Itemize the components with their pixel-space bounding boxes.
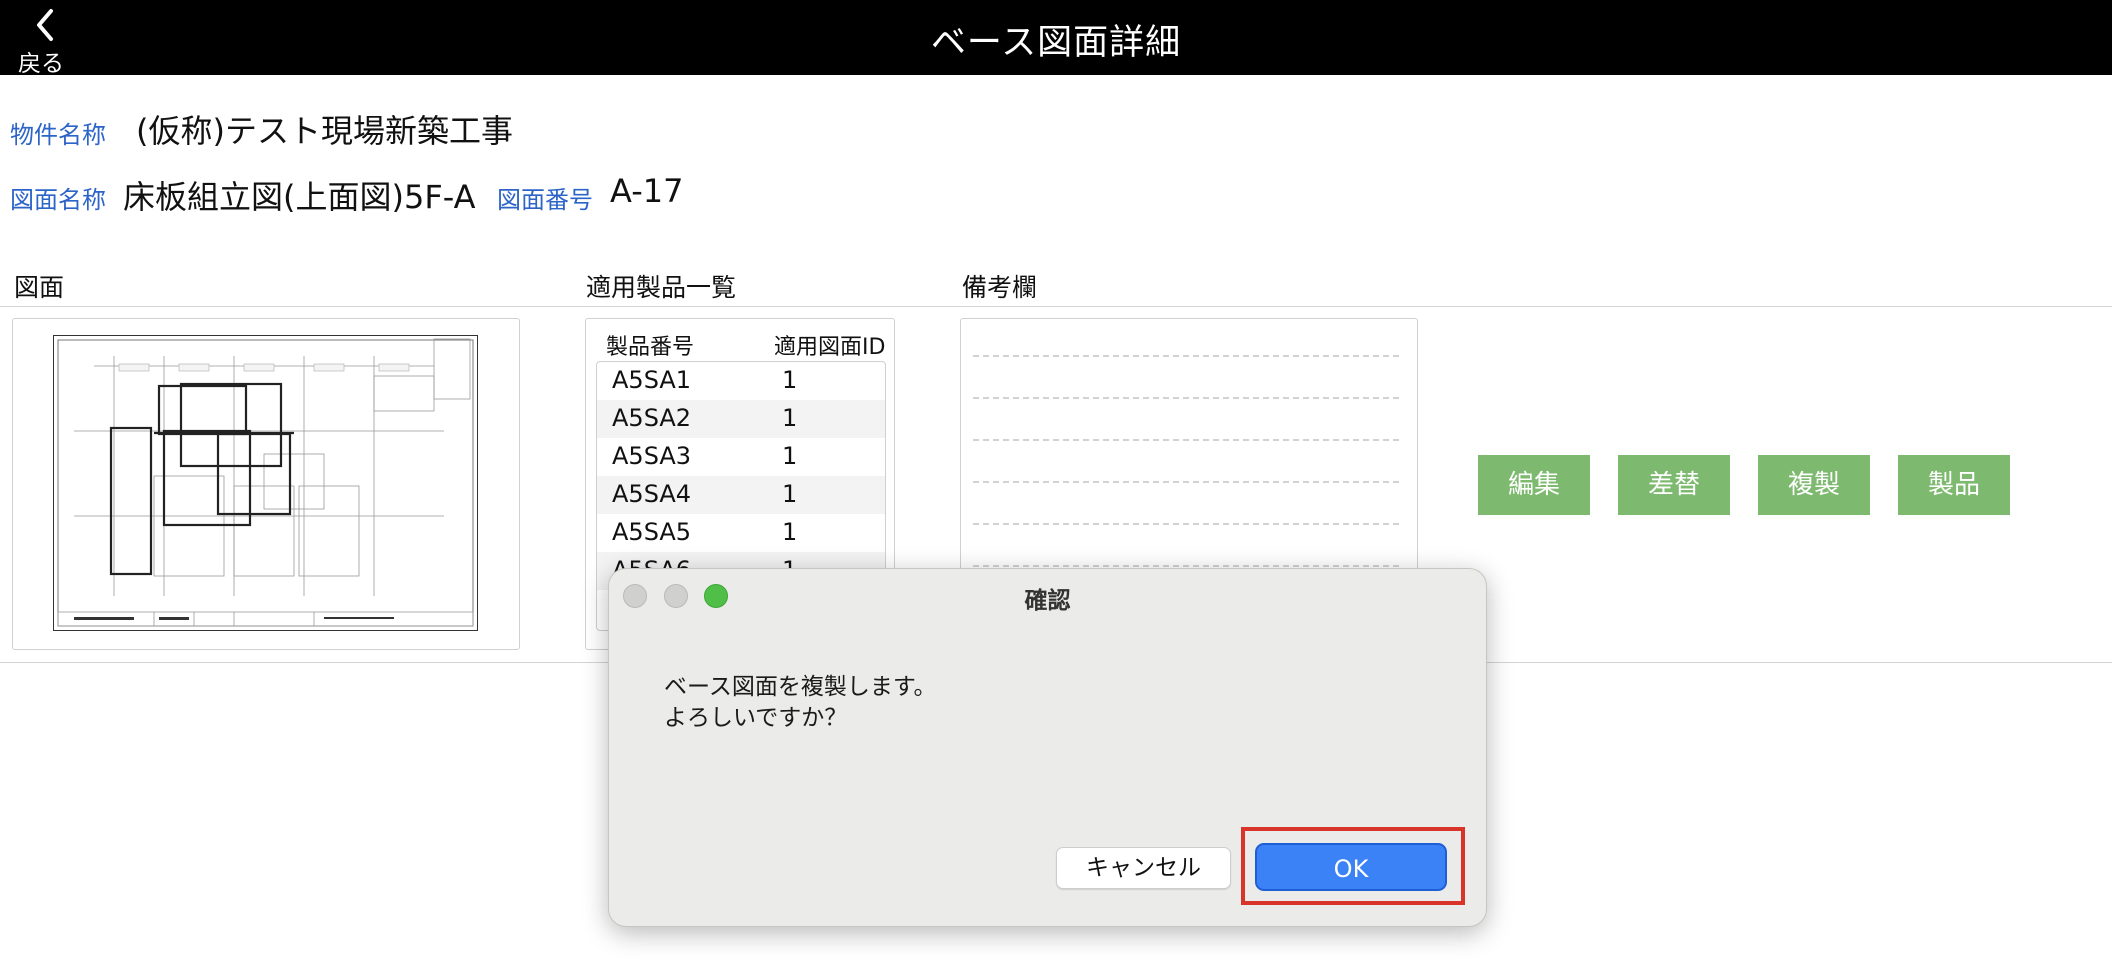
table-row[interactable]: A5SA3 1 <box>597 438 885 476</box>
drawing-thumbnail-panel[interactable] <box>12 318 520 650</box>
drawing-id-cell: 1 <box>782 518 798 546</box>
drawing-id-cell: 1 <box>782 404 798 432</box>
products-section-title: 適用製品一覧 <box>586 273 737 302</box>
app-header: 戻る ベース図面詳細 <box>0 0 2112 77</box>
confirm-dialog: 確認 ベース図面を複製します。 よろしいですか？ キャンセル OK <box>608 568 1487 927</box>
replace-button[interactable]: 差替 <box>1618 455 1730 515</box>
drawing-number-value: A-17 <box>610 172 684 210</box>
table-row[interactable]: A5SA2 1 <box>597 400 885 438</box>
section-divider-top <box>0 306 2112 307</box>
drawing-id-cell: 1 <box>782 442 798 470</box>
notes-line <box>973 397 1399 399</box>
table-row[interactable]: A5SA4 1 <box>597 476 885 514</box>
notes-line <box>973 523 1399 525</box>
page-title: ベース図面詳細 <box>930 23 1182 63</box>
product-number-cell: A5SA1 <box>612 366 692 394</box>
drawing-name-label: 図面名称 <box>10 186 106 214</box>
drawing-section-title: 図面 <box>14 273 65 302</box>
property-name-label: 物件名称 <box>10 121 106 149</box>
drawing-id-cell: 1 <box>782 366 798 394</box>
notes-line <box>973 565 1399 567</box>
notes-section-title: 備考欄 <box>962 273 1038 302</box>
ok-button[interactable]: OK <box>1255 843 1447 891</box>
product-button[interactable]: 製品 <box>1898 455 2010 515</box>
product-number-header: 製品番号 <box>606 335 695 360</box>
duplicate-button[interactable]: 複製 <box>1758 455 1870 515</box>
table-row[interactable]: A5SA5 1 <box>597 514 885 552</box>
product-number-cell: A5SA5 <box>612 518 692 546</box>
dialog-title: 確認 <box>1024 588 1071 614</box>
edit-button[interactable]: 編集 <box>1478 455 1590 515</box>
notes-line <box>973 355 1399 357</box>
notes-line <box>973 439 1399 441</box>
table-row[interactable]: A5SA1 1 <box>597 362 885 400</box>
cancel-button[interactable]: キャンセル <box>1056 847 1231 889</box>
property-name-value: (仮称)テスト現場新築工事 <box>136 112 513 150</box>
product-number-cell: A5SA4 <box>612 480 692 508</box>
dialog-message-line2: よろしいですか？ <box>664 705 848 731</box>
dialog-message-line1: ベース図面を複製します。 <box>664 674 937 700</box>
drawing-thumbnail[interactable] <box>53 335 478 631</box>
floor-plan-image <box>57 338 474 627</box>
product-number-cell: A5SA2 <box>612 404 692 432</box>
product-number-cell: A5SA3 <box>612 442 692 470</box>
drawing-id-header: 適用図面ID <box>774 335 886 360</box>
drawing-name-value: 床板組立図(上面図)5F-A <box>123 178 476 216</box>
notes-line <box>973 481 1399 483</box>
drawing-number-label: 図面番号 <box>497 186 593 214</box>
drawing-id-cell: 1 <box>782 480 798 508</box>
